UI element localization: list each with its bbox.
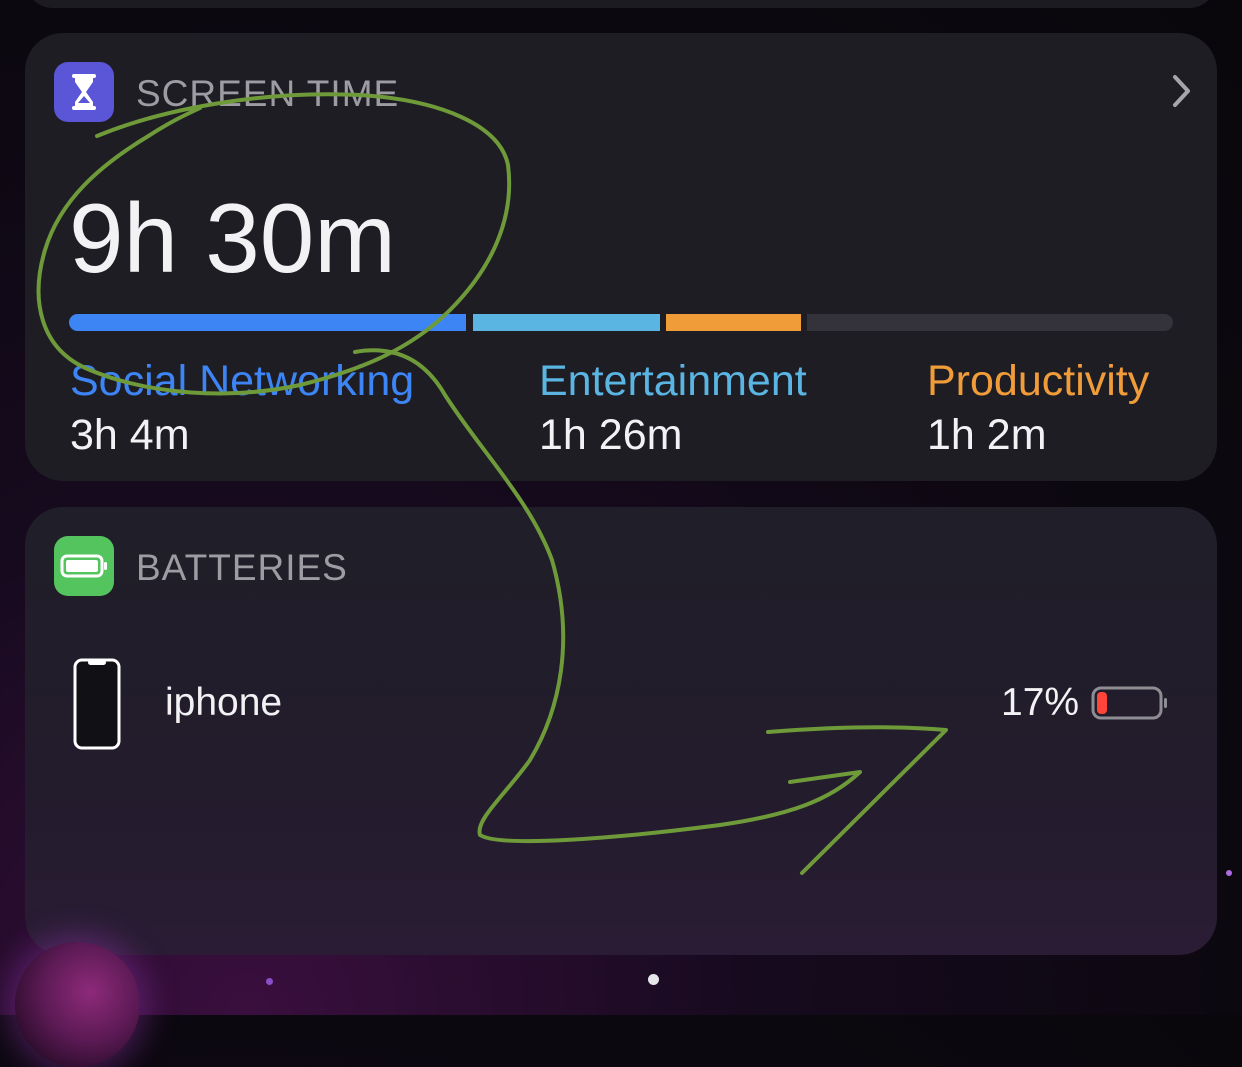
category-time: 1h 2m (927, 411, 1047, 459)
chevron-right-icon[interactable] (1171, 73, 1193, 109)
category-name: Productivity (927, 357, 1150, 405)
batteries-title: BATTERIES (136, 547, 348, 588)
category-entertainment: Entertainment 1h 26m (539, 355, 807, 461)
category-productivity: Productivity 1h 2m (927, 355, 1149, 461)
previous-widget-edge (25, 0, 1217, 8)
screen-time-widget[interactable]: SCREEN TIME 9h 30m Social Networking 3h … (25, 33, 1217, 481)
wallpaper-star (266, 978, 273, 985)
usage-bar (69, 314, 1173, 331)
category-time: 3h 4m (70, 411, 190, 459)
wallpaper-planet (15, 942, 140, 1067)
device-name: iphone (165, 681, 283, 724)
battery-icon (54, 536, 114, 596)
wallpaper-star (1226, 870, 1232, 876)
batteries-widget[interactable]: BATTERIES iphone 17% (25, 507, 1217, 955)
usage-bar-social-networking (69, 314, 466, 331)
hourglass-icon (54, 62, 114, 122)
page-indicator-dot[interactable] (648, 974, 659, 985)
iphone-icon (73, 658, 121, 750)
category-social-networking: Social Networking 3h 4m (70, 355, 414, 461)
usage-bar-entertainment (473, 314, 660, 331)
screen-time-title: SCREEN TIME (136, 73, 400, 114)
total-screen-time: 9h 30m (69, 183, 396, 293)
battery-level-icon (1091, 686, 1171, 722)
usage-bar-other (807, 314, 1173, 331)
category-time: 1h 26m (539, 411, 683, 459)
usage-bar-productivity (666, 314, 801, 331)
category-name: Entertainment (539, 357, 807, 405)
battery-percentage: 17% (1001, 681, 1080, 724)
category-name: Social Networking (70, 357, 415, 405)
